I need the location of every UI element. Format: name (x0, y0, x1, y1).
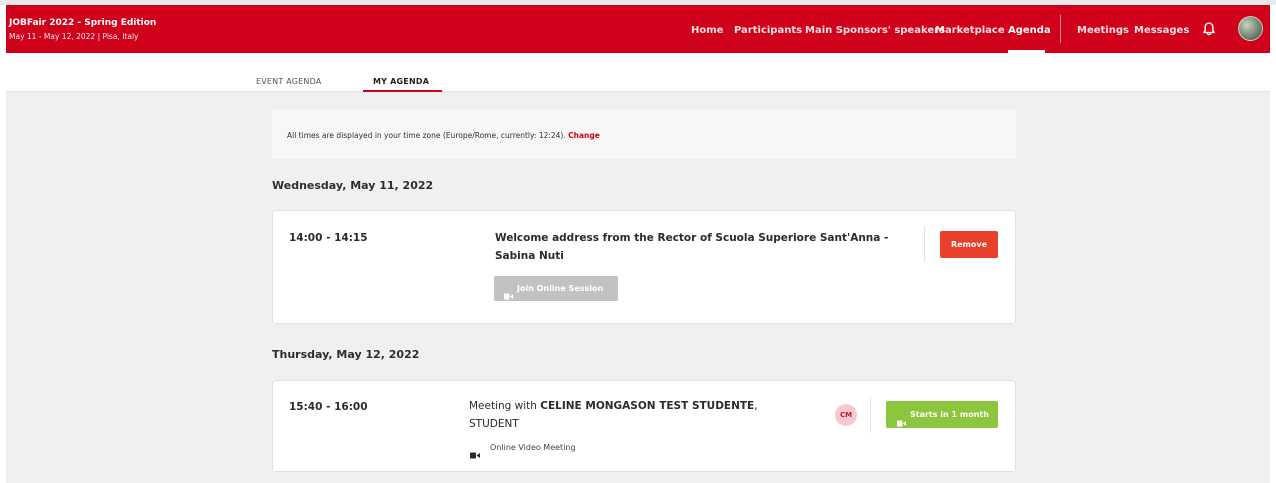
event-title: JOBFair 2022 - Spring Edition (9, 18, 157, 28)
meeting-participant-role: STUDENT (469, 418, 519, 430)
meeting-type: Online Video Meeting (490, 443, 576, 452)
meeting-title-prefix: Meeting with (469, 400, 537, 412)
nav-divider (1060, 15, 1061, 43)
nav-messages[interactable]: Messages (1134, 25, 1189, 37)
video-camera-icon (470, 444, 480, 463)
event-subtitle: May 11 - May 12, 2022 | Pisa, Italy (9, 32, 139, 41)
session-time: 14:00 - 14:15 (289, 232, 368, 244)
video-camera-icon (897, 411, 906, 438)
nav-agenda[interactable]: Agenda (1008, 25, 1051, 37)
join-online-session-button: Join Online Session (494, 276, 618, 301)
timezone-text: All times are displayed in your time zon… (287, 131, 566, 140)
change-timezone-link[interactable]: Change (568, 131, 600, 140)
nav-participants[interactable]: Participants (734, 25, 802, 37)
card-divider (924, 226, 925, 262)
meeting-title[interactable]: Meeting with CELINE MONGASON TEST STUDEN… (469, 397, 829, 433)
nav-marketplace[interactable]: Marketplace (935, 25, 1005, 37)
timezone-notice: All times are displayed in your time zon… (272, 109, 1016, 159)
agenda-session-card: 14:00 - 14:15 Welcome address from the R… (272, 210, 1016, 324)
participant-initials-avatar[interactable]: CM (835, 404, 857, 426)
meeting-participant-name: CELINE MONGASON TEST STUDENTE (540, 400, 755, 412)
bell-icon[interactable] (1201, 21, 1217, 37)
session-title[interactable]: Welcome address from the Rector of Scuol… (495, 229, 895, 265)
video-camera-icon (504, 285, 513, 310)
top-header: JOBFair 2022 - Spring Edition May 11 - M… (6, 5, 1270, 53)
nav-main-sponsors-speakers[interactable]: Main Sponsors' speakers (805, 25, 945, 37)
agenda-tabs: EVENT AGENDA MY AGENDA (6, 53, 1270, 92)
starts-in-button[interactable]: Starts in 1 month (886, 401, 998, 428)
meeting-time: 15:40 - 16:00 (289, 401, 368, 413)
remove-button[interactable]: Remove (940, 231, 998, 258)
tab-my-agenda[interactable]: MY AGENDA (373, 77, 429, 87)
nav-home[interactable]: Home (691, 25, 723, 37)
card-divider (870, 397, 871, 433)
day-heading: Wednesday, May 11, 2022 (272, 179, 434, 192)
day-heading: Thursday, May 12, 2022 (272, 348, 420, 361)
agenda-meeting-card: 15:40 - 16:00 Meeting with CELINE MONGAS… (272, 380, 1016, 472)
tab-event-agenda[interactable]: EVENT AGENDA (256, 77, 321, 87)
join-online-session-label: Join Online Session (517, 284, 604, 293)
nav-meetings[interactable]: Meetings (1077, 25, 1129, 37)
starts-in-label: Starts in 1 month (910, 410, 989, 419)
avatar[interactable] (1238, 16, 1263, 41)
